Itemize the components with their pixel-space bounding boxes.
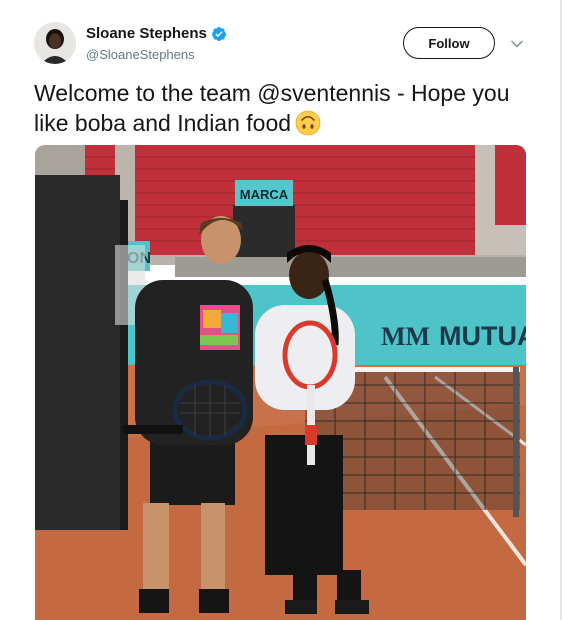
chevron-down-icon[interactable] [510, 37, 524, 51]
photo-scene: MARCA ON MM MUTUA [35, 145, 526, 620]
display-name[interactable]: Sloane Stephens [86, 25, 207, 42]
upside-down-face-icon [295, 110, 321, 136]
tweet-text: Welcome to the team @sventennis - Hope y… [34, 78, 514, 138]
tweet-photo[interactable]: MARCA ON MM MUTUA [35, 145, 526, 620]
mutua-sign: MUTUA [439, 321, 526, 351]
handle[interactable]: @SloaneStephens [86, 47, 195, 62]
mutua-logo: MM [381, 322, 430, 351]
tweet-text-body: Welcome to the team @sventennis - Hope y… [34, 80, 510, 136]
name-row: Sloane Stephens [86, 25, 227, 42]
tweet-card: Sloane Stephens @SloaneStephens Follow W… [0, 0, 562, 620]
verified-badge-icon [211, 26, 226, 41]
avatar[interactable] [34, 22, 76, 64]
marca-sign: MARCA [240, 187, 289, 202]
follow-button[interactable]: Follow [403, 27, 495, 59]
